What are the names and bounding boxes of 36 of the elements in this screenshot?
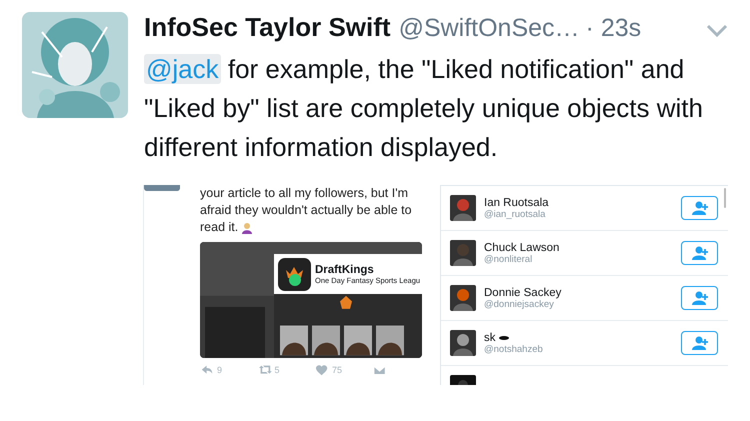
user-row[interactable]: sk @notshahzeb [441, 321, 728, 366]
person-add-icon [690, 336, 708, 350]
like-icon [315, 364, 329, 376]
person-add-icon [690, 201, 708, 215]
author-name[interactable]: InfoSec Taylor Swift [144, 12, 391, 43]
user-handle: @donniejsackey [484, 298, 555, 310]
tweet-text: @jack for example, the "Liked notification" and "Liked by" list are completely unique objects with different information displayed. [144, 53, 704, 164]
follow-button[interactable] [681, 331, 718, 355]
user-name: Ian Ruotsala [484, 196, 550, 208]
message-text: afraid they wouldn't actually be able to [200, 202, 413, 219]
person-add-icon [690, 246, 708, 260]
follow-button[interactable] [681, 196, 718, 220]
author-handle[interactable]: @SwiftOnSec… [398, 14, 580, 43]
user-handle: @nonliteral [484, 254, 534, 264]
user-row[interactable]: Donnie Sackey @donniejsackey [441, 276, 728, 321]
user-name: sk [484, 332, 673, 344]
reply-icon [200, 364, 214, 376]
scrollbar[interactable] [724, 188, 726, 208]
user-name: Chuck Lawson [484, 242, 560, 254]
message-text: your article to all my followers, but I'm [200, 185, 410, 202]
user-handle: @ian_ruotsala [484, 208, 546, 220]
user-row[interactable]: Chuck Lawson @nonliteral [441, 231, 728, 276]
redaction-mark [498, 336, 508, 340]
tweet-time[interactable]: · 23s [586, 14, 642, 43]
user-handle: @notshahzeb [484, 344, 544, 354]
message-icon [372, 364, 386, 376]
user-row[interactable]: Ian Ruotsala @ian_ruotsala [441, 186, 728, 231]
retweet-icon [258, 364, 272, 376]
chevron-down-icon[interactable] [706, 24, 728, 38]
follow-button[interactable] [681, 241, 718, 265]
crown-icon [278, 258, 311, 290]
follow-button[interactable] [681, 286, 718, 310]
user-name: Donnie Sackey [484, 286, 562, 298]
message-text: read it. [200, 219, 430, 236]
app-title: DraftKings [315, 264, 375, 276]
person-add-icon [690, 291, 708, 305]
